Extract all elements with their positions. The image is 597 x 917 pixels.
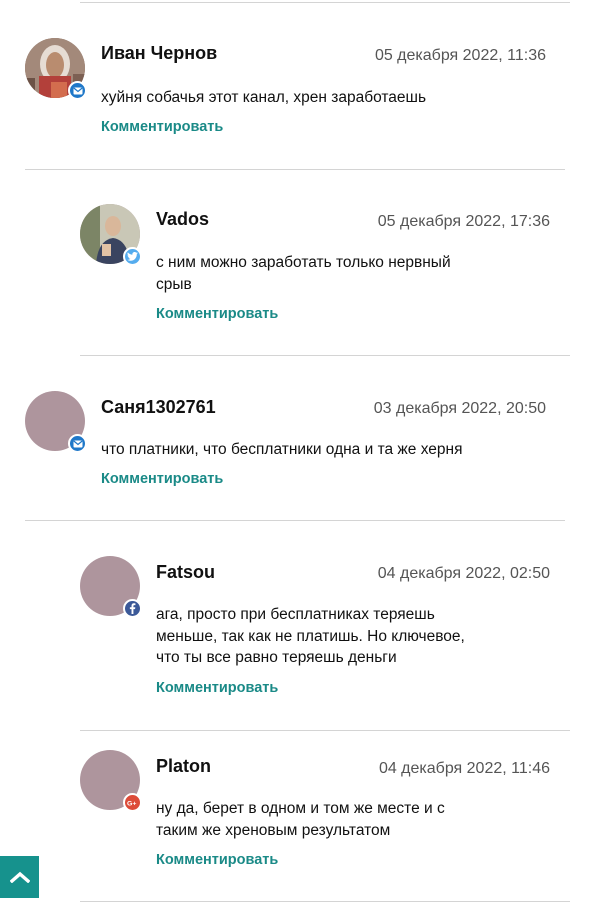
mail-icon — [68, 81, 87, 100]
avatar[interactable] — [80, 204, 142, 266]
comment-date: 03 декабря 2022, 20:50 — [373, 400, 546, 417]
comment-item: Fatsou 04 декабря 2022, 02:50 ага, прост… — [0, 521, 597, 731]
comment-item: Саня1302761 03 декабря 2022, 20:50 что п… — [0, 356, 597, 521]
comment-date: 04 декабря 2022, 11:46 — [378, 760, 550, 777]
avatar[interactable]: G+ — [80, 750, 142, 812]
comment-reply-button[interactable]: Комментировать — [156, 305, 278, 323]
comment-item: G+ Platon 04 декабря 2022, 11:46 ну да, … — [0, 731, 597, 901]
comment-author[interactable]: Vados — [156, 208, 209, 230]
scroll-to-top-button[interactable] — [0, 856, 39, 898]
comment-text: ну да, берет в одном и том же месте и с … — [156, 800, 445, 839]
comment-reply-button[interactable]: Комментировать — [156, 679, 278, 697]
comment-author[interactable]: Иван Чернов — [101, 42, 217, 64]
avatar[interactable] — [25, 38, 87, 100]
comment-text: ага, просто при бесплатниках теряешь мен… — [156, 606, 465, 666]
comment-item: Vados 05 декабря 2022, 17:36 с ним можно… — [0, 170, 597, 356]
avatar[interactable] — [25, 391, 87, 453]
avatar[interactable] — [80, 556, 142, 618]
comment-date: 05 декабря 2022, 17:36 — [377, 213, 550, 230]
comment-reply-button[interactable]: Комментировать — [156, 851, 278, 869]
comment-text: с ним можно заработать только нервный ср… — [156, 254, 451, 293]
comment-item: Иван Чернов 05 декабря 2022, 11:36 хуйня… — [0, 0, 597, 170]
comment-date: 05 декабря 2022, 11:36 — [374, 47, 546, 64]
svg-text:G+: G+ — [127, 800, 136, 806]
google-plus-icon: G+ — [123, 793, 142, 812]
mail-icon — [68, 434, 87, 453]
comment-reply-button[interactable]: Комментировать — [101, 470, 223, 488]
comment-date: 04 декабря 2022, 02:50 — [377, 565, 550, 582]
comment-reply-button[interactable]: Комментировать — [101, 118, 223, 136]
comment-author[interactable]: Fatsou — [156, 561, 215, 583]
chevron-up-icon — [9, 871, 30, 883]
facebook-icon — [123, 599, 142, 618]
twitter-icon — [123, 247, 142, 266]
comment-text: что платники, что бесплатники одна и та … — [101, 441, 463, 458]
comment-text: хуйня собачья этот канал, хрен заработае… — [101, 89, 427, 106]
comment-author[interactable]: Platon — [156, 755, 211, 777]
comment-author[interactable]: Саня1302761 — [101, 396, 216, 418]
divider — [80, 901, 570, 902]
